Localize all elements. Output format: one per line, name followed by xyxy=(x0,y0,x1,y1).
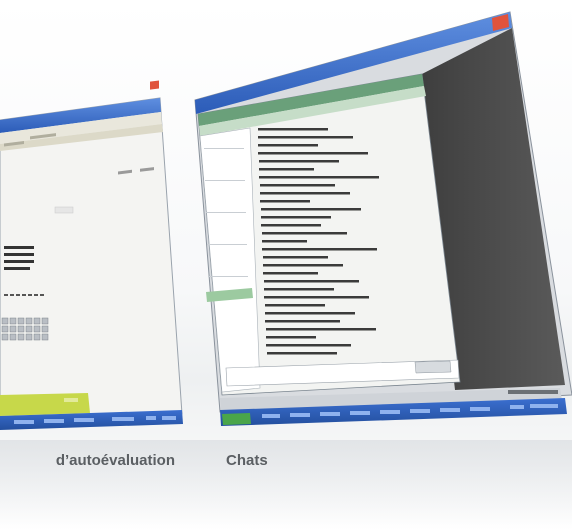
right-window xyxy=(194,11,572,426)
left-green-bar xyxy=(0,393,90,416)
start-button-icon[interactable] xyxy=(222,413,251,425)
send-button[interactable] xyxy=(414,360,452,374)
left-window xyxy=(0,80,183,430)
caption-chats: Chats xyxy=(226,452,268,469)
screenshots-illustration xyxy=(0,11,572,430)
close-icon[interactable] xyxy=(150,80,159,90)
caption-self-evaluation: d’autoévaluation xyxy=(55,452,175,469)
